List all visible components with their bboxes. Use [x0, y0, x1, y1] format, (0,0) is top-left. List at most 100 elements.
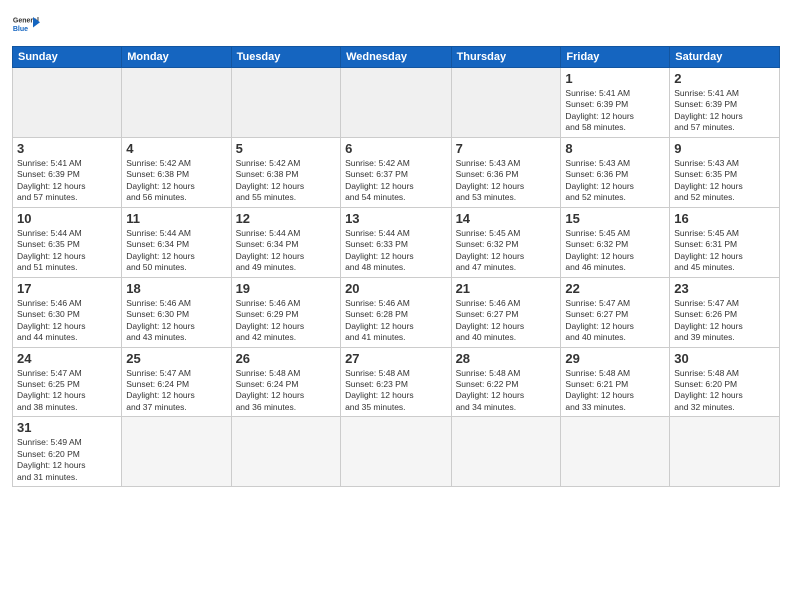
day-number: 19 [236, 281, 336, 296]
week-row-2: 3Sunrise: 5:41 AM Sunset: 6:39 PM Daylig… [13, 137, 780, 207]
calendar-cell: 17 Sunrise: 5:46 AM Sunset: 6:30 PM Dayli… [13, 277, 122, 347]
weekday-header-friday: Friday [561, 47, 670, 68]
day-info: Sunrise: 5:47 AM Sunset: 6:27 PM Dayligh… [565, 298, 665, 344]
day-info: Sunrise: 5:42 AM Sunset: 6:38 PM Dayligh… [236, 158, 336, 204]
calendar-cell: 6 Sunrise: 5:42 AM Sunset: 6:37 PM Daylig… [341, 137, 452, 207]
calendar-cell [231, 68, 340, 138]
weekday-header-monday: Monday [122, 47, 231, 68]
day-number: 25 [126, 351, 226, 366]
calendar-cell [122, 417, 231, 487]
day-number: 24 [17, 351, 117, 366]
weekday-header-wednesday: Wednesday [341, 47, 452, 68]
calendar-cell: 26Sunrise: 5:48 AM Sunset: 6:24 PM Dayli… [231, 347, 340, 417]
day-info: Sunrise: 5:42 AM Sunset: 6:38 PM Dayligh… [126, 158, 226, 204]
day-info: Sunrise: 5:44 AM Sunset: 6:34 PM Dayligh… [236, 228, 336, 274]
week-row-6: 31Sunrise: 5:49 AM Sunset: 6:20 PM Dayli… [13, 417, 780, 487]
calendar-cell: 5 Sunrise: 5:42 AM Sunset: 6:38 PM Daylig… [231, 137, 340, 207]
calendar-cell: 30Sunrise: 5:48 AM Sunset: 6:20 PM Dayli… [670, 347, 780, 417]
calendar-cell: 9 Sunrise: 5:43 AM Sunset: 6:35 PM Daylig… [670, 137, 780, 207]
day-number: 9 [674, 141, 775, 156]
day-number: 18 [126, 281, 226, 296]
calendar-cell [670, 417, 780, 487]
day-number: 7 [456, 141, 557, 156]
calendar-cell: 8Sunrise: 5:43 AM Sunset: 6:36 PM Daylig… [561, 137, 670, 207]
calendar-cell: 21Sunrise: 5:46 AM Sunset: 6:27 PM Dayli… [451, 277, 561, 347]
calendar-cell: 16 Sunrise: 5:45 AM Sunset: 6:31 PM Dayli… [670, 207, 780, 277]
calendar-cell: 10Sunrise: 5:44 AM Sunset: 6:35 PM Dayli… [13, 207, 122, 277]
day-info: Sunrise: 5:46 AM Sunset: 6:29 PM Dayligh… [236, 298, 336, 344]
page-header: General Blue [12, 10, 780, 38]
calendar-cell [13, 68, 122, 138]
day-info: Sunrise: 5:47 AM Sunset: 6:26 PM Dayligh… [674, 298, 775, 344]
day-info: Sunrise: 5:44 AM Sunset: 6:33 PM Dayligh… [345, 228, 447, 274]
day-number: 6 [345, 141, 447, 156]
calendar-cell: 7 Sunrise: 5:43 AM Sunset: 6:36 PM Daylig… [451, 137, 561, 207]
day-number: 2 [674, 71, 775, 86]
day-number: 10 [17, 211, 117, 226]
day-number: 29 [565, 351, 665, 366]
calendar-cell: 4 Sunrise: 5:42 AM Sunset: 6:38 PM Daylig… [122, 137, 231, 207]
calendar-table: SundayMondayTuesdayWednesdayThursdayFrid… [12, 46, 780, 487]
calendar-cell: 25 Sunrise: 5:47 AM Sunset: 6:24 PM Dayli… [122, 347, 231, 417]
day-number: 31 [17, 420, 117, 435]
day-info: Sunrise: 5:47 AM Sunset: 6:24 PM Dayligh… [126, 368, 226, 414]
calendar-cell: 15Sunrise: 5:45 AM Sunset: 6:32 PM Dayli… [561, 207, 670, 277]
day-info: Sunrise: 5:48 AM Sunset: 6:21 PM Dayligh… [565, 368, 665, 414]
logo-icon: General Blue [12, 10, 40, 38]
day-info: Sunrise: 5:45 AM Sunset: 6:31 PM Dayligh… [674, 228, 775, 274]
day-number: 16 [674, 211, 775, 226]
day-number: 3 [17, 141, 117, 156]
day-number: 5 [236, 141, 336, 156]
calendar-cell: 1Sunrise: 5:41 AM Sunset: 6:39 PM Daylig… [561, 68, 670, 138]
weekday-header-sunday: Sunday [13, 47, 122, 68]
day-info: Sunrise: 5:45 AM Sunset: 6:32 PM Dayligh… [565, 228, 665, 274]
day-info: Sunrise: 5:46 AM Sunset: 6:28 PM Dayligh… [345, 298, 447, 344]
calendar-cell [451, 68, 561, 138]
day-info: Sunrise: 5:48 AM Sunset: 6:23 PM Dayligh… [345, 368, 447, 414]
calendar-cell [451, 417, 561, 487]
day-info: Sunrise: 5:48 AM Sunset: 6:24 PM Dayligh… [236, 368, 336, 414]
week-row-5: 24 Sunrise: 5:47 AM Sunset: 6:25 PM Dayli… [13, 347, 780, 417]
day-info: Sunrise: 5:47 AM Sunset: 6:25 PM Dayligh… [17, 368, 117, 414]
day-number: 4 [126, 141, 226, 156]
calendar-cell [561, 417, 670, 487]
calendar-cell [341, 417, 452, 487]
day-number: 21 [456, 281, 557, 296]
calendar-cell: 3Sunrise: 5:41 AM Sunset: 6:39 PM Daylig… [13, 137, 122, 207]
week-row-4: 17 Sunrise: 5:46 AM Sunset: 6:30 PM Dayli… [13, 277, 780, 347]
day-number: 17 [17, 281, 117, 296]
calendar-cell: 12 Sunrise: 5:44 AM Sunset: 6:34 PM Dayli… [231, 207, 340, 277]
week-row-3: 10Sunrise: 5:44 AM Sunset: 6:35 PM Dayli… [13, 207, 780, 277]
calendar-cell: 31Sunrise: 5:49 AM Sunset: 6:20 PM Dayli… [13, 417, 122, 487]
day-info: Sunrise: 5:45 AM Sunset: 6:32 PM Dayligh… [456, 228, 557, 274]
calendar-cell: 11 Sunrise: 5:44 AM Sunset: 6:34 PM Dayli… [122, 207, 231, 277]
calendar-cell: 13 Sunrise: 5:44 AM Sunset: 6:33 PM Dayli… [341, 207, 452, 277]
calendar-cell: 2Sunrise: 5:41 AM Sunset: 6:39 PM Daylig… [670, 68, 780, 138]
calendar-cell [231, 417, 340, 487]
day-number: 13 [345, 211, 447, 226]
calendar-cell: 24 Sunrise: 5:47 AM Sunset: 6:25 PM Dayli… [13, 347, 122, 417]
day-number: 22 [565, 281, 665, 296]
day-info: Sunrise: 5:46 AM Sunset: 6:30 PM Dayligh… [126, 298, 226, 344]
day-info: Sunrise: 5:48 AM Sunset: 6:22 PM Dayligh… [456, 368, 557, 414]
calendar-cell: 27Sunrise: 5:48 AM Sunset: 6:23 PM Dayli… [341, 347, 452, 417]
day-info: Sunrise: 5:42 AM Sunset: 6:37 PM Dayligh… [345, 158, 447, 204]
day-info: Sunrise: 5:43 AM Sunset: 6:35 PM Dayligh… [674, 158, 775, 204]
calendar-cell: 28Sunrise: 5:48 AM Sunset: 6:22 PM Dayli… [451, 347, 561, 417]
weekday-header-saturday: Saturday [670, 47, 780, 68]
day-info: Sunrise: 5:46 AM Sunset: 6:30 PM Dayligh… [17, 298, 117, 344]
calendar-cell [341, 68, 452, 138]
calendar-cell [122, 68, 231, 138]
day-info: Sunrise: 5:43 AM Sunset: 6:36 PM Dayligh… [456, 158, 557, 204]
svg-text:Blue: Blue [13, 26, 28, 33]
day-info: Sunrise: 5:44 AM Sunset: 6:34 PM Dayligh… [126, 228, 226, 274]
day-number: 8 [565, 141, 665, 156]
calendar-cell: 14Sunrise: 5:45 AM Sunset: 6:32 PM Dayli… [451, 207, 561, 277]
day-number: 11 [126, 211, 226, 226]
day-number: 12 [236, 211, 336, 226]
day-number: 20 [345, 281, 447, 296]
calendar-cell: 29 Sunrise: 5:48 AM Sunset: 6:21 PM Dayli… [561, 347, 670, 417]
calendar-cell: 22 Sunrise: 5:47 AM Sunset: 6:27 PM Dayli… [561, 277, 670, 347]
weekday-header-thursday: Thursday [451, 47, 561, 68]
day-info: Sunrise: 5:41 AM Sunset: 6:39 PM Dayligh… [565, 88, 665, 134]
